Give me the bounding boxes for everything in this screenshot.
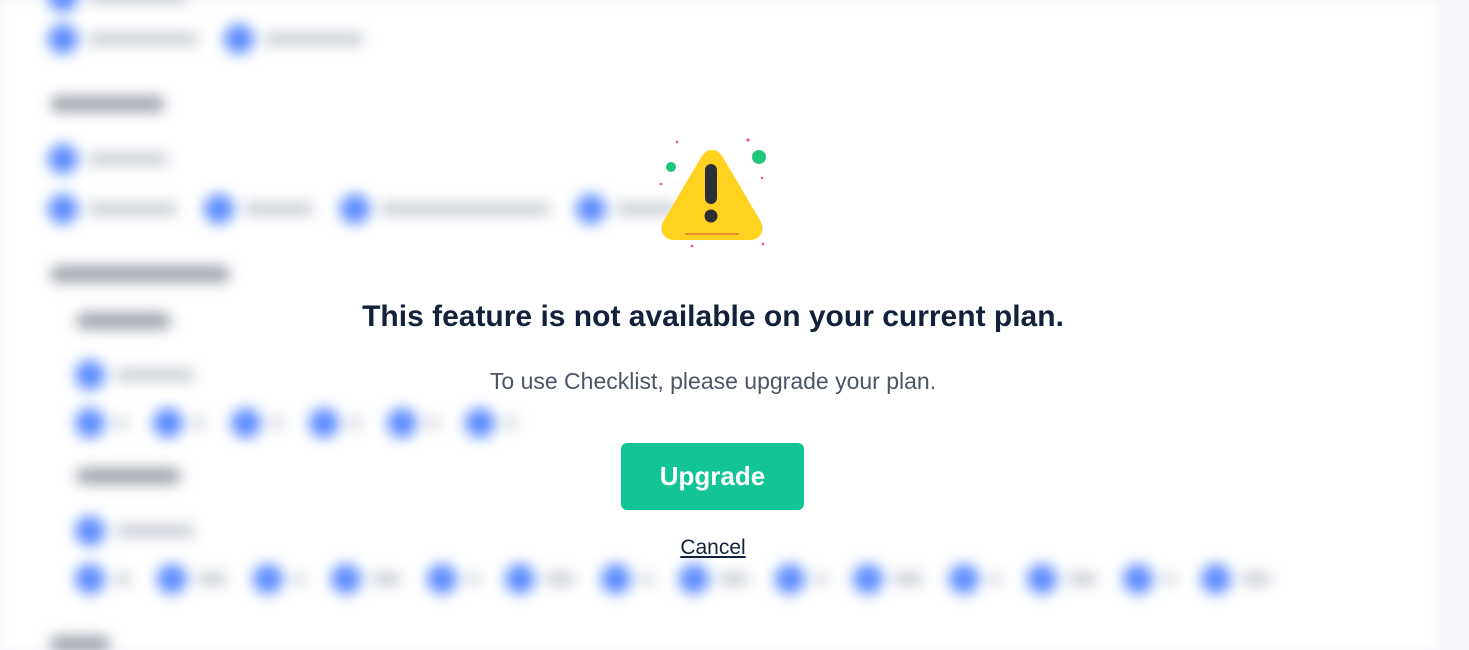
upgrade-modal: This feature is not available on your cu… [0,0,1469,650]
page: This feature is not available on your cu… [0,0,1469,650]
cancel-link[interactable]: Cancel [680,536,745,559]
cancel-link-wrapper: Cancel [0,536,1426,560]
modal-title: This feature is not available on your cu… [362,300,1064,333]
warning-triangle-icon [659,138,766,248]
modal-message: To use Checklist, please upgrade your pl… [489,368,937,394]
upgrade-button[interactable]: Upgrade [621,443,804,510]
